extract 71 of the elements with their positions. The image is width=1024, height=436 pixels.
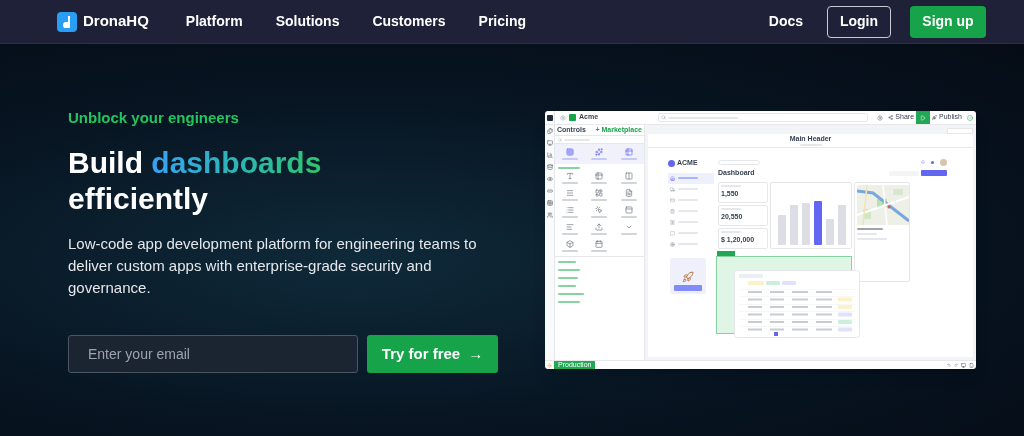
search-field[interactable] <box>658 113 869 122</box>
link-icon[interactable] <box>546 188 553 194</box>
calendar-icon[interactable] <box>595 240 604 248</box>
run-button[interactable] <box>916 111 931 124</box>
description: Low-code app development platform for engineering teams to deliver custom apps with enterprise-grade security and governance. <box>68 234 478 299</box>
upgrade-button[interactable] <box>674 284 702 291</box>
nav-link[interactable]: Pricing <box>478 11 527 32</box>
redo-icon[interactable] <box>954 363 958 367</box>
properties-button[interactable] <box>947 128 973 134</box>
monitor-icon[interactable] <box>546 140 553 146</box>
login-button[interactable]: Login <box>827 5 891 38</box>
avatar[interactable] <box>940 158 947 166</box>
desktop-icon[interactable] <box>961 362 966 368</box>
check-icon <box>967 114 973 121</box>
receipt-icon <box>670 219 675 225</box>
dropdown-icon[interactable] <box>625 223 634 231</box>
nav-link[interactable]: Solutions <box>275 11 340 32</box>
list-icon[interactable] <box>565 206 574 214</box>
brand-name[interactable]: DronaHQ <box>83 10 149 33</box>
sun-icon[interactable] <box>547 362 552 368</box>
upload-icon[interactable] <box>595 223 604 231</box>
home-icon <box>670 175 675 181</box>
card-icon <box>670 197 675 203</box>
new-shipping-button[interactable] <box>921 170 947 177</box>
settings-icon <box>670 241 675 247</box>
share-icon <box>888 115 894 120</box>
play-icon <box>920 114 927 121</box>
brand-logo-icon <box>668 159 675 167</box>
eye-icon[interactable] <box>546 176 553 182</box>
columns-icon[interactable] <box>625 172 634 180</box>
logo-icon <box>57 11 77 32</box>
pointer-icon[interactable] <box>595 206 604 214</box>
box-icon[interactable] <box>565 240 574 248</box>
users-icon[interactable] <box>546 212 553 218</box>
container-tag <box>717 251 735 256</box>
bar-chart-icon[interactable] <box>546 152 553 158</box>
inventory-search-field[interactable] <box>718 159 760 165</box>
sparkle-icon[interactable] <box>595 148 604 156</box>
headline: Build dashboards efficiently <box>68 145 323 218</box>
app-logo-icon <box>569 114 576 121</box>
table-icon[interactable] <box>546 200 553 206</box>
nav-link[interactable]: Customers <box>372 11 446 32</box>
undo-icon[interactable] <box>947 363 951 367</box>
table-icon[interactable] <box>595 172 604 180</box>
email-field[interactable]: Enter your email <box>68 335 358 374</box>
eyebrow-text: Unblock your engineers <box>68 107 240 128</box>
label-placeholder <box>857 227 883 230</box>
text-lines-icon[interactable] <box>565 223 574 231</box>
clipboard-icon <box>670 208 675 214</box>
form-icon[interactable] <box>565 148 574 156</box>
settings-icon[interactable] <box>877 114 884 121</box>
table-icon[interactable] <box>625 148 634 156</box>
files-icon[interactable] <box>546 128 553 134</box>
search-icon <box>558 137 562 142</box>
bell-icon[interactable] <box>921 160 925 164</box>
rocket-icon <box>932 115 938 120</box>
docs-link[interactable]: Docs <box>768 11 803 32</box>
nav-link[interactable]: Platform <box>185 11 243 32</box>
search-icon <box>661 115 667 120</box>
database-icon[interactable] <box>546 164 553 170</box>
menu-icon[interactable] <box>546 114 553 121</box>
text-input-icon[interactable] <box>565 172 574 180</box>
menu-item[interactable] <box>668 172 714 184</box>
message-icon <box>670 230 675 236</box>
settings-icon[interactable] <box>560 114 566 121</box>
truck-icon <box>670 186 675 192</box>
tabs-icon[interactable] <box>625 206 634 214</box>
document-icon[interactable] <box>625 189 634 197</box>
rocket-icon <box>682 270 694 283</box>
phone-icon[interactable] <box>969 362 974 368</box>
dashboard-icon[interactable] <box>595 189 604 197</box>
